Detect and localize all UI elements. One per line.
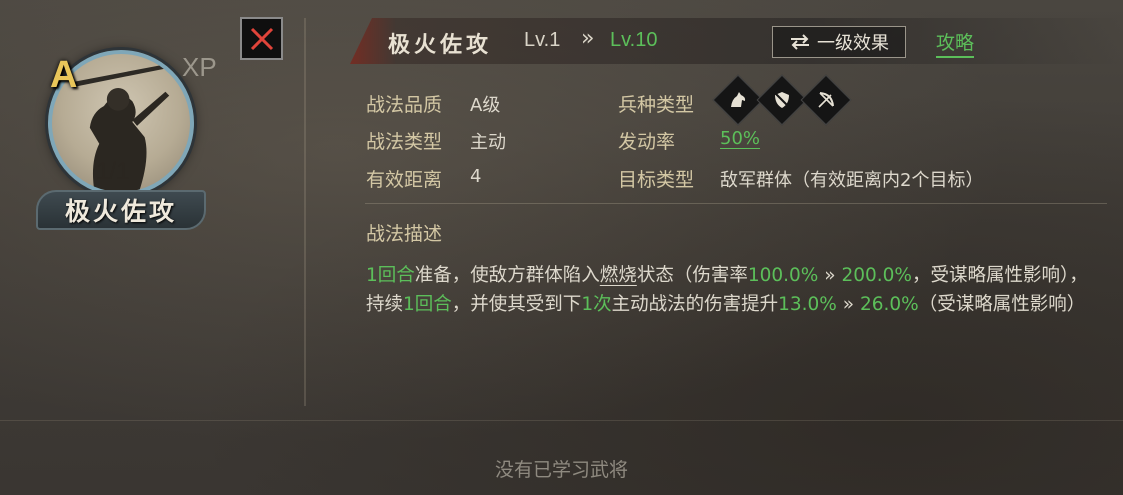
damage-rate-from: 100.0% (747, 265, 819, 286)
vertical-divider (304, 18, 306, 406)
close-button[interactable] (240, 17, 283, 60)
portrait-name-plate: 极火佐攻 (36, 190, 206, 230)
desc-text: （受谋略属性影响） (918, 294, 1086, 315)
section-divider (365, 203, 1107, 204)
strategy-link[interactable]: 攻略 (936, 28, 975, 58)
description-title: 战法描述 (366, 223, 443, 245)
damage-boost-from: 13.0% (778, 294, 837, 315)
unit-type-label: 兵种类型 (618, 94, 695, 116)
damage-rate-to: 200.0% (841, 265, 913, 286)
description-body: 1回合准备，使敌方群体陷入燃烧状态（伤害率100.0% » 200.0%，受谋略… (366, 261, 1104, 319)
target-type-value: 敌军群体（有效距离内2个目标） (720, 170, 984, 191)
duration-turns: 1回合 (403, 294, 452, 315)
level-from: Lv.1 (524, 29, 561, 51)
level-arrow-icon: » (581, 26, 595, 51)
type-label: 战法类型 (366, 131, 443, 153)
burn-status-link[interactable]: 燃烧 (600, 265, 637, 286)
swap-arrows-icon (791, 34, 809, 50)
desc-prep-turns: 1回合 (366, 265, 415, 286)
desc-text: 准备，使敌方群体陷入 (414, 265, 600, 286)
skill-portrait: A XP 1/1 极火佐攻 (36, 50, 217, 230)
quality-value: A级 (470, 95, 501, 116)
range-value: 4 (470, 166, 482, 187)
no-generals-text: 没有已学习武将 (494, 459, 628, 481)
level-effect-label: 一级效果 (817, 33, 889, 54)
desc-text: 主动战法的伤害提升 (611, 294, 779, 315)
level-to: Lv.10 (610, 29, 658, 51)
trigger-rate-value[interactable]: 50% (720, 128, 760, 149)
desc-arrow: » (818, 265, 842, 286)
type-value: 主动 (470, 132, 506, 153)
archer-bow-icon[interactable] (800, 74, 852, 126)
unit-type-icons (712, 74, 852, 126)
desc-arrow: » (836, 294, 860, 315)
desc-text: 状态（伤害率 (636, 265, 748, 286)
range-label: 有效距离 (366, 169, 443, 191)
quality-label: 战法品质 (366, 94, 443, 116)
skill-title: 极火佐攻 (388, 32, 493, 58)
level-effect-button[interactable]: 一级效果 (772, 26, 906, 58)
hit-count: 1次 (581, 294, 612, 315)
trigger-rate-label: 发动率 (618, 131, 676, 153)
skill-count: 1/1 (96, 158, 130, 185)
grade-letter: A (50, 54, 78, 96)
desc-text: ，并使其受到下 (451, 294, 582, 315)
target-type-label: 目标类型 (618, 169, 695, 191)
close-x-icon (250, 27, 273, 50)
damage-boost-to: 26.0% (859, 294, 919, 315)
xp-label: XP (182, 52, 217, 82)
footer-divider (0, 420, 1123, 421)
